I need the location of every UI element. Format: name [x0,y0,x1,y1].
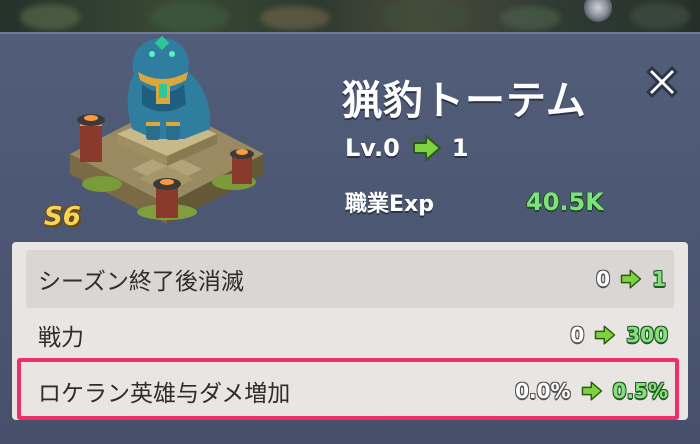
building-title: 猟豹トーテム [342,78,587,124]
green-arrow-icon [412,135,441,161]
season-badge: S6 [44,202,81,232]
highlight-frame [17,358,679,420]
stat-values: 0 300 [570,323,668,347]
job-exp-row: 職業Exp 40.5K [345,184,645,220]
level-row: Lv.0 1 [345,130,469,166]
current-level: Lv.0 [345,134,400,162]
next-level: 1 [451,134,469,162]
job-exp-label: 職業Exp [345,192,434,217]
job-exp-value: 40.5K [526,188,604,216]
stat-label: 戦力 [38,325,84,351]
green-arrow-icon [594,325,616,345]
stat-to: 1 [652,267,666,291]
stat-from: 0 [570,323,585,347]
close-icon[interactable] [640,60,684,104]
stat-from: 0 [596,267,611,291]
stat-row-season-expire: シーズン終了後消滅 0 1 [26,250,674,308]
stat-row-power: 戦力 0 300 [12,306,688,364]
stat-to: 300 [626,323,668,347]
stat-label: シーズン終了後消滅 [38,269,244,295]
green-arrow-icon [620,269,642,289]
stat-values: 0 1 [596,267,666,291]
